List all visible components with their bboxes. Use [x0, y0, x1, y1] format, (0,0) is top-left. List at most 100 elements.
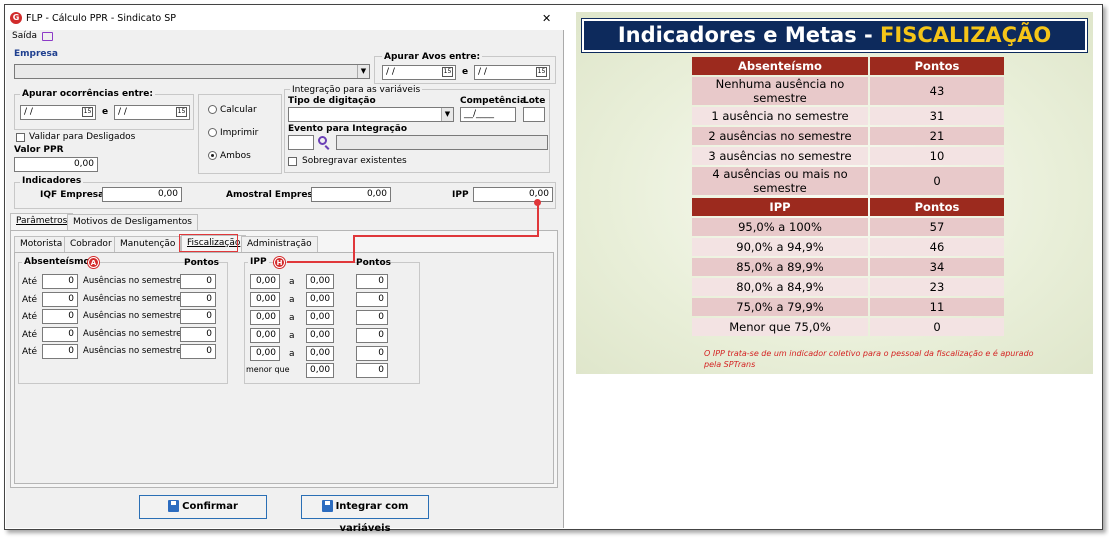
close-icon[interactable]: ✕ — [542, 12, 551, 25]
amostral-label: Amostral Empresa — [226, 190, 319, 200]
menu-saida[interactable]: Saída — [12, 31, 37, 41]
iqf-input[interactable]: 0,00 — [102, 187, 182, 202]
confirmar-label: Confirmar — [182, 501, 238, 512]
evento-description — [336, 135, 548, 150]
title-bar: G FLP - Cálculo PPR - Sindicato SP ✕ — [6, 6, 564, 30]
ausencias-input[interactable]: 0 — [42, 274, 78, 289]
ipp-pontos-input[interactable]: 0 — [356, 328, 388, 343]
ipp-from-input[interactable]: 0,00 — [250, 346, 280, 361]
competencia-input[interactable]: __/____ — [460, 107, 516, 122]
absenteismo-pontos-input[interactable]: 0 — [180, 291, 216, 307]
absenteismo-pontos-input[interactable]: 0 — [180, 344, 216, 359]
ipp-to-input[interactable]: 0,00 — [306, 292, 334, 307]
table-row: 75,0% a 79,9% 11 — [692, 298, 1004, 316]
table-cell-points: 57 — [870, 218, 1004, 236]
table-cell-points: 0 — [870, 318, 1004, 336]
sobregravar-checkbox[interactable] — [288, 157, 297, 166]
ipp-to-input[interactable]: 0,00 — [306, 274, 334, 289]
tab-motivos-desligamentos[interactable]: Motivos de Desligamentos — [67, 214, 198, 231]
calendar-icon[interactable]: 15 — [442, 67, 453, 77]
table-header: IPP — [692, 198, 868, 216]
ocorrencias-from-date[interactable]: / /15 — [20, 105, 96, 120]
table-cell-label: 80,0% a 84,9% — [692, 278, 868, 296]
save-icon — [321, 500, 333, 512]
radio-calcular[interactable] — [208, 105, 217, 114]
ipp-from-input[interactable]: 0,00 — [250, 292, 280, 307]
calendar-icon[interactable]: 15 — [82, 107, 93, 117]
ate-label: Até — [22, 294, 38, 305]
chevron-down-icon[interactable]: ▼ — [441, 108, 453, 121]
table-cell-label: 90,0% a 94,9% — [692, 238, 868, 256]
menor-que-input[interactable]: 0,00 — [306, 363, 334, 378]
ausencias-input[interactable]: 0 — [42, 326, 78, 342]
ausencias-input[interactable]: 0 — [42, 344, 78, 359]
ipp-range-sep: a — [289, 313, 295, 323]
ipp-to-input[interactable]: 0,00 — [306, 328, 334, 343]
table-row: 3 ausências no semestre 10 — [692, 147, 1004, 165]
empresa-select[interactable]: ▼ — [14, 64, 370, 79]
ipp-range-sep: a — [289, 349, 295, 359]
absenteismo-table-body: Nenhuma ausência no semestre 43 1 ausência… — [692, 77, 1004, 195]
table-row: Menor que 75,0% 0 — [692, 318, 1004, 336]
table-header: Pontos — [870, 57, 1004, 75]
ipp-from-input[interactable]: 0,00 — [250, 328, 280, 343]
connector-line-v1 — [537, 202, 539, 236]
marker-a: A — [88, 257, 99, 268]
absenteismo-pontos-input[interactable]: 0 — [180, 309, 216, 324]
calendar-icon[interactable]: 15 — [536, 67, 547, 77]
ipp-pontos-input[interactable]: 0 — [356, 274, 388, 289]
table-cell-points: 23 — [870, 278, 1004, 296]
tab-cobrador[interactable]: Cobrador — [64, 236, 118, 253]
table-row: 4 ausências ou mais no semestre 0 — [692, 167, 1004, 195]
chevron-down-icon[interactable]: ▼ — [357, 65, 369, 78]
integrar-button[interactable]: Integrar com variáveis — [301, 495, 429, 534]
monitor-icon[interactable] — [42, 32, 53, 41]
ipp-to-input[interactable]: 0,00 — [306, 310, 334, 325]
confirmar-button[interactable]: Confirmar — [139, 495, 267, 519]
radio-calcular-label: Calcular — [220, 105, 257, 115]
ate-label: Até — [22, 329, 38, 340]
lote-label: Lote — [523, 96, 546, 106]
table-cell-points: 11 — [870, 298, 1004, 316]
ate-label: Até — [22, 277, 38, 287]
table-cell-points: 31 — [870, 107, 1004, 125]
avos-from-date[interactable]: / /15 — [382, 65, 456, 80]
absenteismo-table: Absenteísmo Pontos Nenhuma ausência no s… — [690, 55, 1006, 197]
radio-imprimir[interactable] — [208, 128, 217, 137]
tipo-digitacao-select[interactable]: ▼ — [288, 107, 454, 122]
tab-parametros[interactable]: Parâmetros — [10, 213, 74, 230]
menor-que-pontos[interactable]: 0 — [356, 363, 388, 378]
calendar-icon[interactable]: 15 — [176, 107, 187, 117]
tab-administracao[interactable]: Administração — [241, 236, 318, 253]
highlight-fiscalizacao — [179, 234, 238, 252]
ipp-to-input[interactable]: 0,00 — [306, 346, 334, 361]
absenteismo-pontos-input[interactable]: 0 — [180, 274, 216, 289]
ausencias-input[interactable]: 0 — [42, 309, 78, 324]
table-cell-label: 2 ausências no semestre — [692, 127, 868, 145]
search-icon[interactable] — [318, 136, 327, 145]
ipp-from-input[interactable]: 0,00 — [250, 274, 280, 289]
ocorrencias-to-date[interactable]: / /15 — [114, 105, 190, 120]
lote-input[interactable] — [523, 107, 545, 122]
table-cell-points: 21 — [870, 127, 1004, 145]
ipp-pontos-input[interactable]: 0 — [356, 310, 388, 325]
tab-manutencao[interactable]: Manutenção — [114, 236, 182, 253]
radio-ambos[interactable] — [208, 151, 217, 160]
ipp-pontos-input[interactable]: 0 — [356, 292, 388, 307]
avos-to-date[interactable]: / /15 — [474, 65, 550, 80]
tab-motorista[interactable]: Motorista — [14, 236, 69, 253]
ipp-from-input[interactable]: 0,00 — [250, 310, 280, 325]
amostral-input[interactable]: 0,00 — [311, 187, 391, 202]
valor-ppr-input[interactable]: 0,00 — [14, 157, 98, 172]
validar-desligados-checkbox[interactable] — [16, 133, 25, 142]
table-cell-label: 95,0% a 100% — [692, 218, 868, 236]
ocorrencias-and: e — [102, 107, 109, 117]
ausencias-input[interactable]: 0 — [42, 291, 78, 307]
evento-label: Evento para Integração — [288, 124, 408, 134]
table-cell-points: 46 — [870, 238, 1004, 256]
absenteismo-pontos-input[interactable]: 0 — [180, 326, 216, 342]
ipp-indicator-input[interactable]: 0,00 — [473, 187, 553, 202]
ate-label: Até — [22, 312, 38, 322]
ipp-pontos-input[interactable]: 0 — [356, 346, 388, 361]
evento-code-input[interactable] — [288, 135, 314, 150]
